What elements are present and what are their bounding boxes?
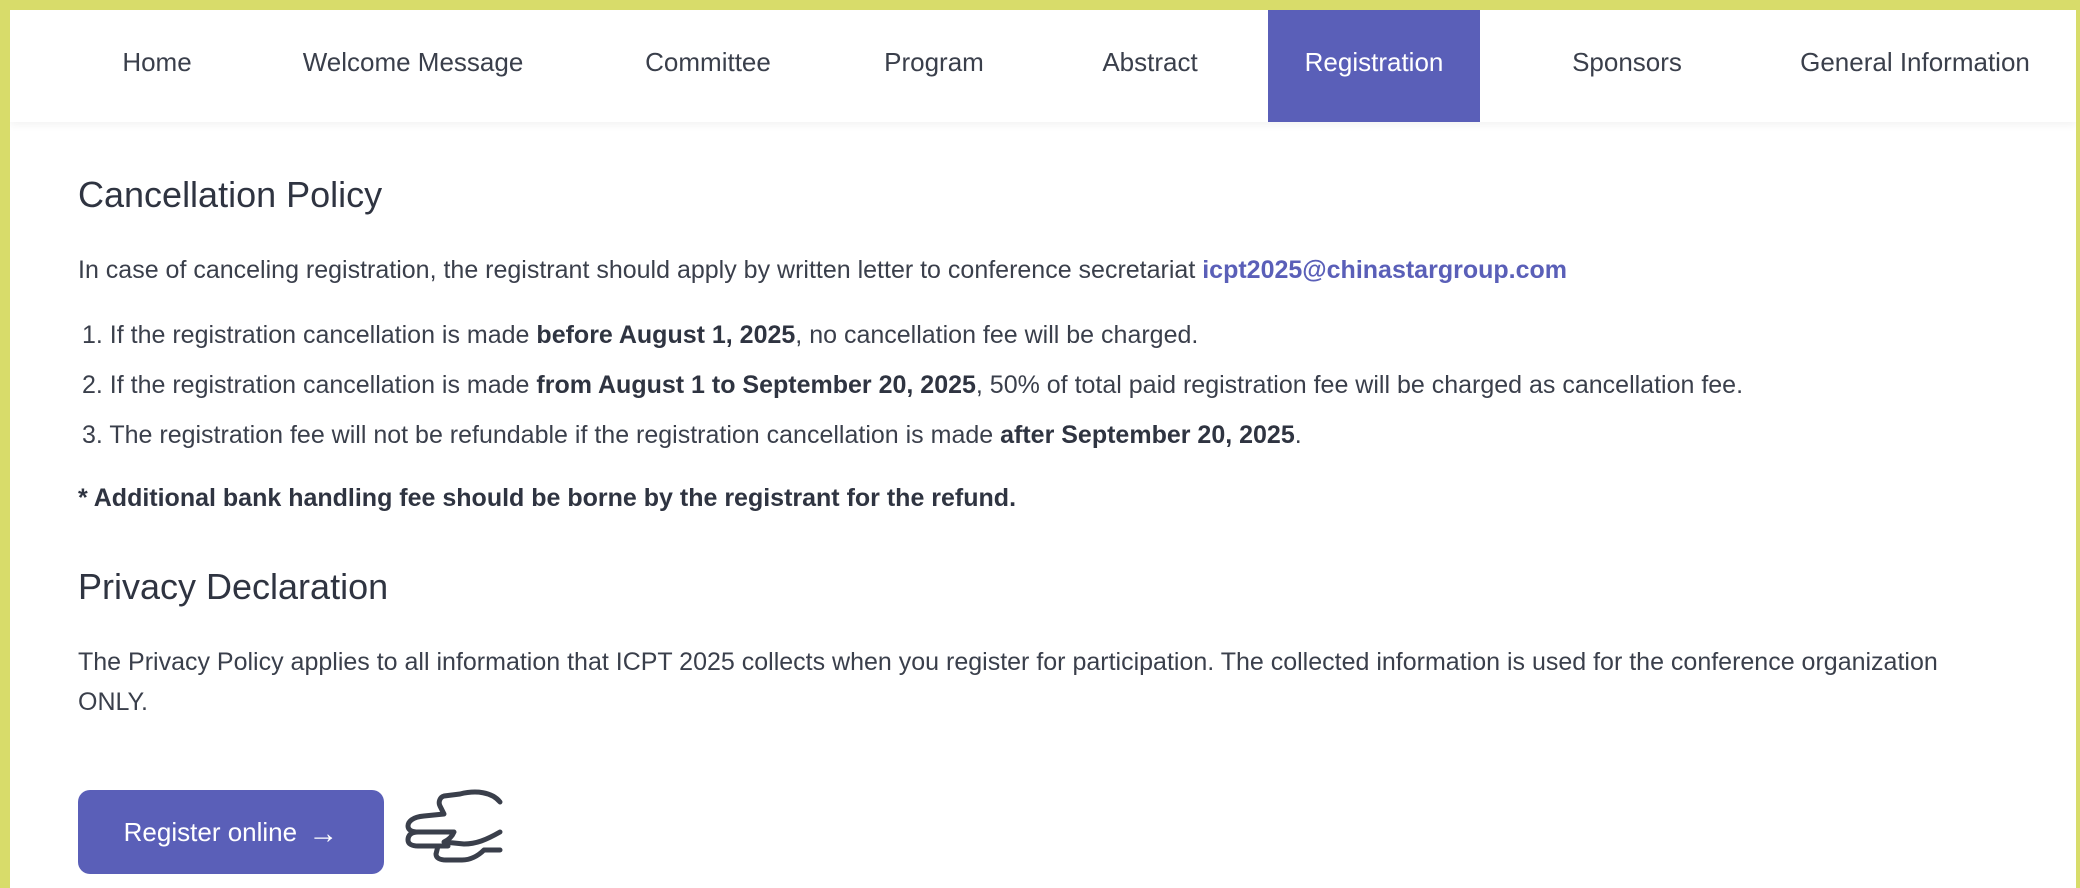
rule-2-post: , 50% of total paid registration fee wil…: [975, 371, 1744, 399]
privacy-text: The Privacy Policy applies to all inform…: [78, 648, 1938, 716]
nav-item-home[interactable]: Home: [82, 10, 232, 122]
register-online-label: Register online: [123, 817, 298, 847]
arrow-right-icon: →: [308, 817, 339, 850]
nav-item-committee[interactable]: Committee: [606, 10, 810, 122]
bank-fee-note: * Additional bank handling fee should be…: [78, 484, 1017, 512]
nav-item-registration[interactable]: Registration: [1268, 10, 1480, 122]
register-online-button[interactable]: Register online →: [78, 790, 384, 874]
pointing-hand-icon: [405, 789, 503, 863]
cancellation-policy-heading: Cancellation Policy: [78, 174, 383, 215]
nav-item-sponsors[interactable]: Sponsors: [1538, 10, 1716, 122]
cancellation-intro: In case of canceling registration, the r…: [78, 250, 1567, 290]
rule-2-bold: from August 1 to September 20, 2025: [536, 371, 976, 399]
rule-3-post: .: [1294, 421, 1302, 449]
secretariat-email-link[interactable]: icpt2025@chinastargroup.com: [1202, 256, 1567, 284]
privacy-declaration-heading: Privacy Declaration: [78, 566, 389, 607]
nav-item-general-information[interactable]: General Information: [1774, 10, 2056, 122]
nav-item-welcome-message[interactable]: Welcome Message: [272, 10, 554, 122]
nav-item-abstract[interactable]: Abstract: [1060, 10, 1240, 122]
nav-item-program[interactable]: Program: [848, 10, 1020, 122]
rule-1-bold: before August 1, 2025: [536, 321, 796, 349]
rule-3-pre: The registration fee will not be refunda…: [109, 421, 1001, 449]
rule-2-pre: If the registration cancellation is made: [109, 371, 537, 399]
cancellation-rule-3: 3. The registration fee will not be refu…: [82, 415, 1302, 455]
rule-3-bold: after September 20, 2025: [1000, 421, 1295, 449]
rule-number: 2.: [82, 371, 110, 399]
cancellation-intro-text: In case of canceling registration, the r…: [78, 256, 1203, 284]
cancellation-rule-1: 1. If the registration cancellation is m…: [82, 315, 1198, 355]
rule-number: 1.: [82, 321, 110, 349]
rule-1-post: , no cancellation fee will be charged.: [795, 321, 1199, 349]
page-frame: Home Welcome Message Committee Program A…: [0, 0, 2080, 888]
main-navigation: Home Welcome Message Committee Program A…: [10, 10, 2076, 122]
rule-number: 3.: [82, 421, 110, 449]
rule-1-pre: If the registration cancellation is made: [109, 321, 537, 349]
cancellation-rule-2: 2. If the registration cancellation is m…: [82, 365, 1743, 405]
